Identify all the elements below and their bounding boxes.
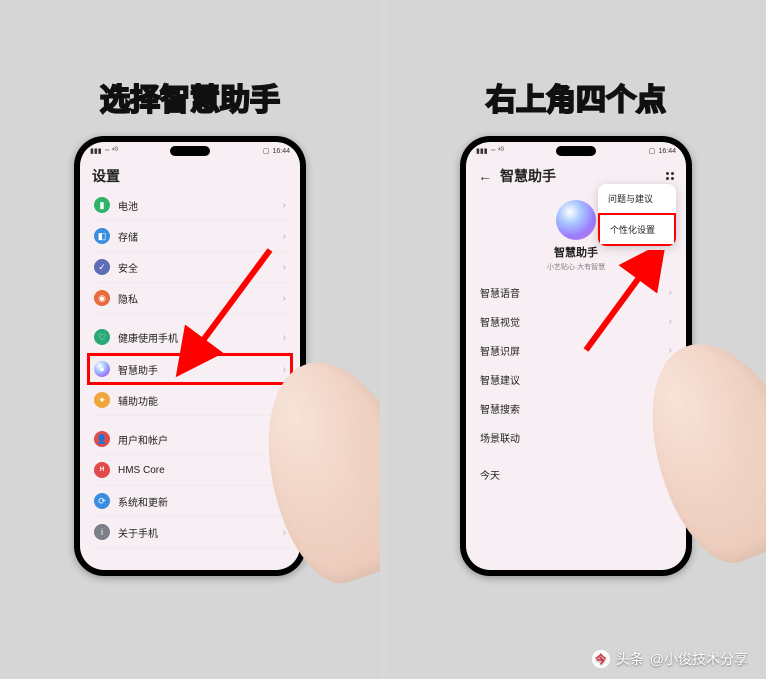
list-item-label: 智慧识屏	[480, 343, 520, 358]
list-item-label: 安全	[118, 260, 138, 275]
list-item-label: 电池	[118, 198, 138, 213]
list-item-voice[interactable]: 智慧语音 ›	[476, 278, 676, 307]
assistant-icon: ●	[94, 361, 110, 377]
assistant-orb-icon	[556, 200, 596, 240]
list-item-label: 健康使用手机	[118, 330, 178, 345]
list-item-screen-recognition[interactable]: 智慧识屏›	[476, 336, 676, 365]
camera-notch	[170, 146, 210, 156]
list-item-label: 智慧建议	[480, 372, 520, 387]
screen-right: ▮▮▮ ◦◦ ⁴ᴳ ▢16:44 ← 智慧助手 问题与建议 个性化设置 智慧助手	[466, 142, 686, 570]
list-item-label: 辅助功能	[118, 393, 158, 408]
back-button[interactable]: ←	[478, 168, 492, 184]
list-item-label: 隐私	[118, 291, 138, 306]
list-item-label: 存储	[118, 229, 138, 244]
list-item-suggestions[interactable]: 智慧建议›	[476, 365, 676, 394]
watermark-prefix: 头条	[616, 649, 644, 669]
left-panel: 选择智慧助手 ▮▮▮ ◦◦ ⁴ᴳ ▢16:44 设置 ▮ 电池 ›	[0, 0, 380, 679]
list-item-label: 智慧视觉	[480, 314, 520, 329]
list-item-about[interactable]: i 关于手机 ›	[90, 517, 290, 548]
list-item-label: 场景联动	[480, 430, 520, 445]
list-item-label: 关于手机	[118, 525, 158, 540]
clock: 16:44	[272, 148, 290, 155]
heart-icon: ♡	[94, 329, 110, 345]
list-item-label: 智慧语音	[480, 285, 520, 300]
overflow-menu: 问题与建议 个性化设置	[598, 184, 676, 246]
phone-right: ▮▮▮ ◦◦ ⁴ᴳ ▢16:44 ← 智慧助手 问题与建议 个性化设置 智慧助手	[460, 136, 692, 576]
watermark: 今 头条 @小俊技术分享	[592, 649, 748, 669]
hero-subtitle: 小艺贴心·大有智慧	[466, 262, 686, 272]
hero-title: 智慧助手	[466, 244, 686, 260]
phone-left: ▮▮▮ ◦◦ ⁴ᴳ ▢16:44 设置 ▮ 电池 › ◧ 存储 ›	[74, 136, 306, 576]
update-icon: ⟳	[94, 493, 110, 509]
chevron-right-icon: ›	[283, 262, 286, 273]
more-menu-button[interactable]	[666, 172, 674, 180]
page-title: 智慧助手	[500, 166, 556, 186]
battery-icon: ▢	[263, 147, 270, 155]
chevron-right-icon: ›	[283, 200, 286, 211]
app-bar: 设置	[80, 160, 300, 190]
list-item-privacy[interactable]: ◉ 隐私 ›	[90, 283, 290, 314]
list-item-today[interactable]: 今天›	[476, 460, 676, 489]
list-item-label: HMS Core	[118, 465, 165, 476]
list-item-label: 智慧助手	[118, 362, 158, 377]
list-item-label: 智慧搜索	[480, 401, 520, 416]
settings-list: ▮ 电池 › ◧ 存储 › ✓ 安全 › ◉	[80, 190, 300, 548]
list-item-storage[interactable]: ◧ 存储 ›	[90, 221, 290, 252]
chevron-right-icon: ›	[283, 364, 286, 375]
menu-item-feedback[interactable]: 问题与建议	[598, 184, 676, 213]
list-item-vision[interactable]: 智慧视觉 ›	[476, 307, 676, 336]
list-item-health[interactable]: ♡ 健康使用手机 ›	[90, 322, 290, 353]
list-item-hms[interactable]: H HMS Core ›	[90, 455, 290, 486]
list-item-users[interactable]: 👤 用户和帐户 ›	[90, 424, 290, 455]
list-item-security[interactable]: ✓ 安全 ›	[90, 252, 290, 283]
toutiao-logo-icon: 今	[592, 650, 610, 668]
network-icon: ◦◦ ⁴ᴳ	[491, 147, 504, 155]
camera-notch	[556, 146, 596, 156]
eye-icon: ◉	[94, 290, 110, 306]
watermark-handle: @小俊技术分享	[650, 649, 748, 669]
clock: 16:44	[658, 148, 676, 155]
list-item-system[interactable]: ⟳ 系统和更新 ›	[90, 486, 290, 517]
info-icon: i	[94, 524, 110, 540]
chevron-right-icon: ›	[283, 332, 286, 343]
chevron-right-icon: ›	[283, 293, 286, 304]
storage-icon: ◧	[94, 228, 110, 244]
chevron-right-icon: ›	[669, 287, 672, 298]
list-item-ai-assistant[interactable]: ● 智慧助手 ›	[88, 354, 292, 384]
page-title: 设置	[92, 166, 120, 186]
screen-left: ▮▮▮ ◦◦ ⁴ᴳ ▢16:44 设置 ▮ 电池 › ◧ 存储 ›	[80, 142, 300, 570]
chevron-right-icon: ›	[283, 231, 286, 242]
chevron-right-icon: ›	[669, 316, 672, 327]
user-icon: 👤	[94, 431, 110, 447]
caption-left: 选择智慧助手	[100, 75, 280, 119]
list-item-scene[interactable]: 场景联动›	[476, 423, 676, 452]
list-item-accessibility[interactable]: ✦ 辅助功能 ›	[90, 385, 290, 416]
caption-right: 右上角四个点	[486, 75, 666, 119]
list-item-label: 系统和更新	[118, 494, 168, 509]
list-item-search[interactable]: 智慧搜索›	[476, 394, 676, 423]
battery-icon: ▮	[94, 197, 110, 213]
signal-icon: ▮▮▮	[90, 147, 102, 155]
signal-icon: ▮▮▮	[476, 147, 488, 155]
list-item-battery[interactable]: ▮ 电池 ›	[90, 190, 290, 221]
battery-icon: ▢	[649, 147, 656, 155]
list-item-label: 用户和帐户	[118, 432, 168, 447]
assistant-list: 智慧语音 › 智慧视觉 › 智慧识屏› 智慧建议› 智慧搜索› 场景联动› 今天›	[466, 278, 686, 489]
shield-icon: ✓	[94, 259, 110, 275]
list-item-label: 今天	[480, 467, 500, 482]
network-icon: ◦◦ ⁴ᴳ	[105, 147, 118, 155]
right-panel: 右上角四个点 ▮▮▮ ◦◦ ⁴ᴳ ▢16:44 ← 智慧助手 问题与建议 个性化…	[386, 0, 766, 679]
hms-icon: H	[94, 462, 110, 478]
menu-item-personalize[interactable]: 个性化设置	[598, 213, 676, 246]
accessibility-icon: ✦	[94, 392, 110, 408]
